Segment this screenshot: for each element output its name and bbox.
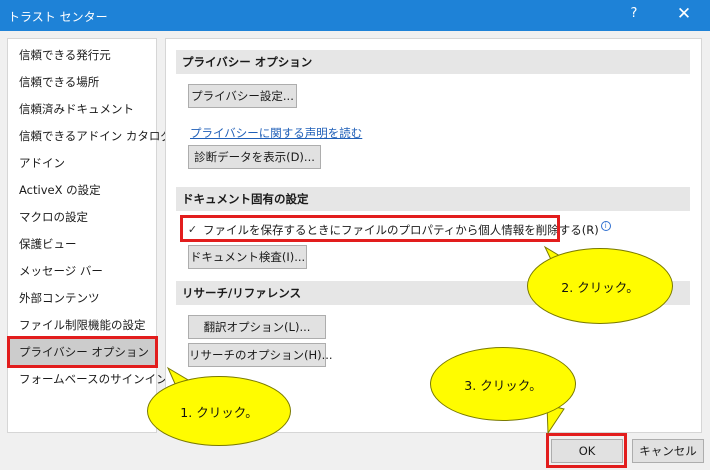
callout-step2: 2. クリック。 (527, 248, 673, 324)
callout-step3: 3. クリック。 (430, 347, 576, 421)
callout-step1: 1. クリック。 (147, 376, 291, 446)
callout-tails (166, 245, 571, 435)
